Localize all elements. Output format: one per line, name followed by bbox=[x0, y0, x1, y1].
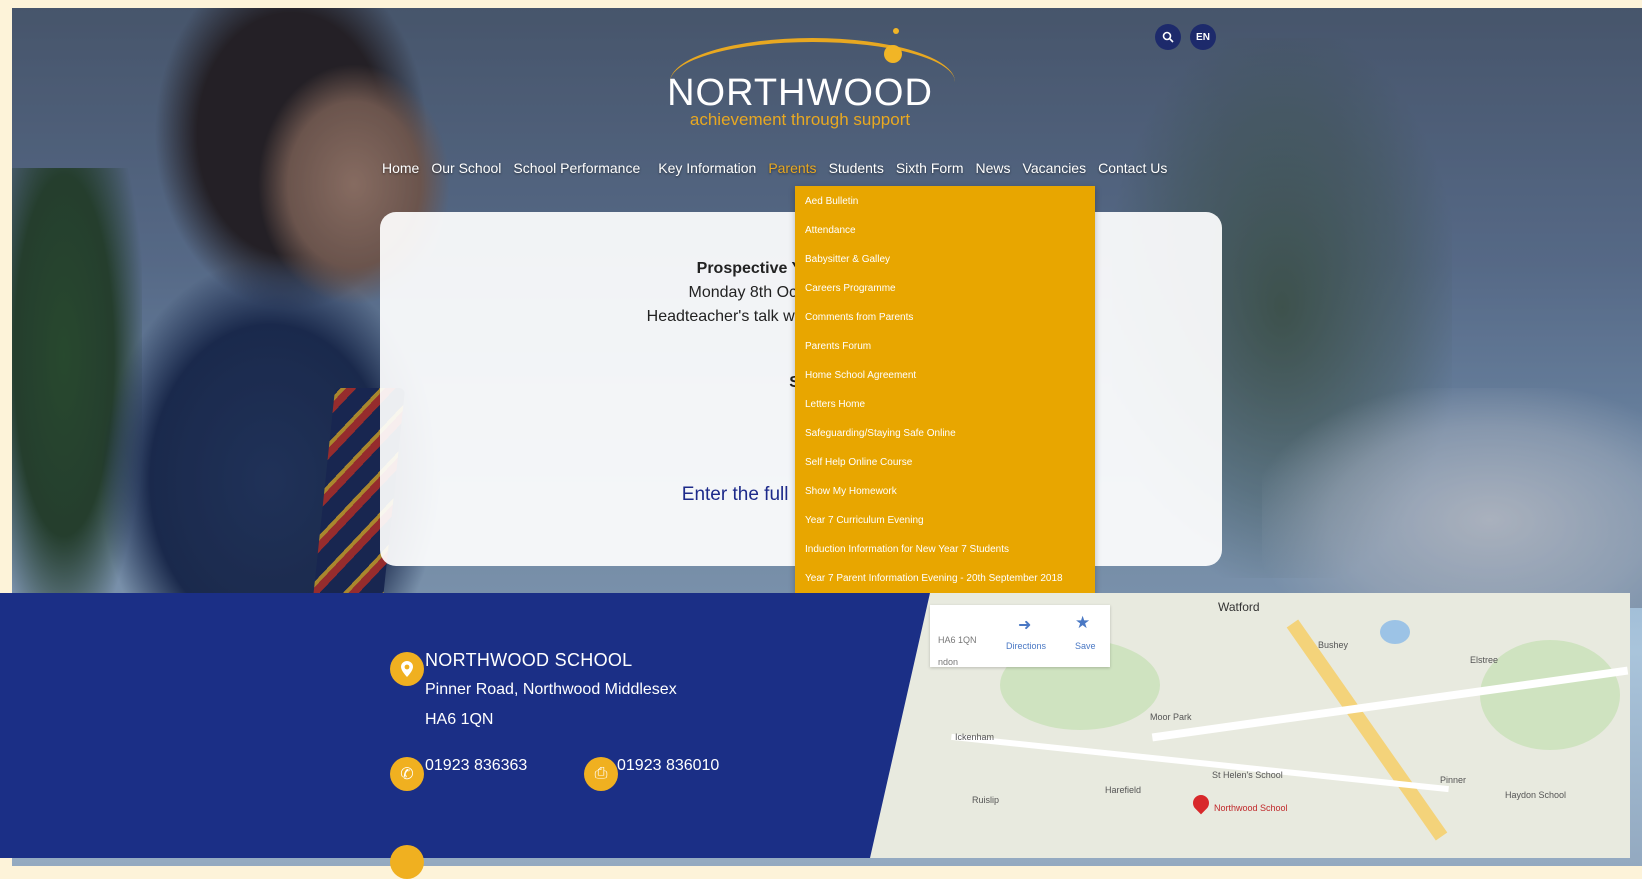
dropdown-item[interactable]: Aed Bulletin bbox=[805, 196, 858, 207]
footer-school-name: NORTHWOOD SCHOOL bbox=[425, 650, 633, 670]
parents-dropdown-menu: Aed Bulletin Attendance Babysitter & Gal… bbox=[795, 186, 1095, 596]
map-place-label: Elstree bbox=[1470, 655, 1499, 665]
nav-key-information[interactable]: Key Information bbox=[658, 160, 756, 176]
footer-address-line2: HA6 1QN bbox=[425, 711, 494, 728]
dropdown-item[interactable]: Year 7 Parent Information Evening - 20th… bbox=[805, 573, 1063, 584]
dropdown-item[interactable]: Letters Home bbox=[805, 399, 865, 410]
dropdown-item[interactable]: Year 7 Curriculum Evening bbox=[805, 515, 924, 526]
nav-home[interactable]: Home bbox=[382, 160, 419, 176]
map-place-label: Moor Park bbox=[1150, 712, 1192, 722]
fax-icon: ⎙ bbox=[584, 757, 618, 791]
dropdown-item[interactable]: Show My Homework bbox=[805, 486, 897, 497]
phone-icon: ✆ bbox=[390, 757, 424, 791]
map-panel-address: ndon bbox=[938, 657, 959, 667]
map-water-area bbox=[1380, 620, 1410, 644]
directions-label[interactable]: Directions bbox=[1006, 641, 1046, 651]
nav-our-school[interactable]: Our School bbox=[431, 160, 501, 176]
dropdown-item[interactable]: Self Help Online Course bbox=[805, 457, 912, 468]
dropdown-item[interactable]: Home School Agreement bbox=[805, 370, 916, 381]
footer-address-line1: Pinner Road, Northwood Middlesex bbox=[425, 681, 677, 698]
email-icon bbox=[390, 845, 424, 879]
language-label: EN bbox=[1196, 31, 1210, 43]
map-park-area bbox=[1480, 640, 1620, 750]
nav-school-performance[interactable]: School Performance bbox=[513, 160, 640, 176]
footer-fax: 01923 836010 bbox=[617, 757, 720, 774]
nav-contact-us[interactable]: Contact Us bbox=[1098, 160, 1167, 176]
footer-phone[interactable]: 01923 836363 bbox=[425, 757, 527, 775]
dropdown-item[interactable]: Parents Forum bbox=[805, 341, 871, 352]
dropdown-item[interactable]: Comments from Parents bbox=[805, 312, 913, 323]
logo-star-icon bbox=[893, 28, 899, 34]
nav-sixth-form[interactable]: Sixth Form bbox=[896, 160, 964, 176]
directions-icon[interactable]: ➜ bbox=[1018, 615, 1031, 635]
map-place-label: Ruislip bbox=[972, 795, 1000, 805]
logo-name: NORTHWOOD bbox=[667, 72, 933, 114]
map-place-label: Bushey bbox=[1318, 640, 1349, 650]
language-button[interactable]: EN bbox=[1190, 24, 1216, 50]
nav-parents[interactable]: Parents bbox=[768, 160, 816, 176]
map-place-label: Haydon School bbox=[1505, 790, 1567, 800]
save-star-icon[interactable]: ★ bbox=[1075, 613, 1090, 633]
save-label[interactable]: Save bbox=[1075, 641, 1096, 651]
search-button[interactable] bbox=[1155, 24, 1181, 50]
dropdown-item[interactable]: Safeguarding/Staying Safe Online bbox=[805, 428, 956, 439]
map-panel-address: HA6 1QN bbox=[938, 635, 977, 645]
logo-sun-icon bbox=[884, 45, 902, 63]
map-info-panel: HA6 1QN ndon ➜ Directions ★ Save bbox=[930, 605, 1110, 667]
map-place-label: St Helen's School bbox=[1212, 770, 1283, 780]
location-pin-icon bbox=[390, 652, 424, 686]
logo-tagline: achievement through support bbox=[689, 110, 911, 129]
dropdown-item[interactable]: Babysitter & Galley bbox=[805, 254, 890, 265]
map-town-label: Watford bbox=[1218, 600, 1260, 614]
nav-vacancies[interactable]: Vacancies bbox=[1023, 160, 1087, 176]
nav-news[interactable]: News bbox=[976, 160, 1011, 176]
map-pin-label: Northwood School bbox=[1214, 803, 1288, 813]
dropdown-item[interactable]: Attendance bbox=[805, 225, 856, 236]
dropdown-item[interactable]: Careers Programme bbox=[805, 283, 896, 294]
map-place-label: Pinner bbox=[1440, 775, 1467, 785]
map-place-label: Ickenham bbox=[955, 732, 995, 742]
search-icon bbox=[1162, 31, 1174, 43]
nav-students[interactable]: Students bbox=[829, 160, 884, 176]
dropdown-item[interactable]: Induction Information for New Year 7 Stu… bbox=[805, 544, 1009, 555]
main-navigation: Home Our School School Performance Key I… bbox=[382, 155, 1179, 181]
map-place-label: Harefield bbox=[1105, 785, 1142, 795]
